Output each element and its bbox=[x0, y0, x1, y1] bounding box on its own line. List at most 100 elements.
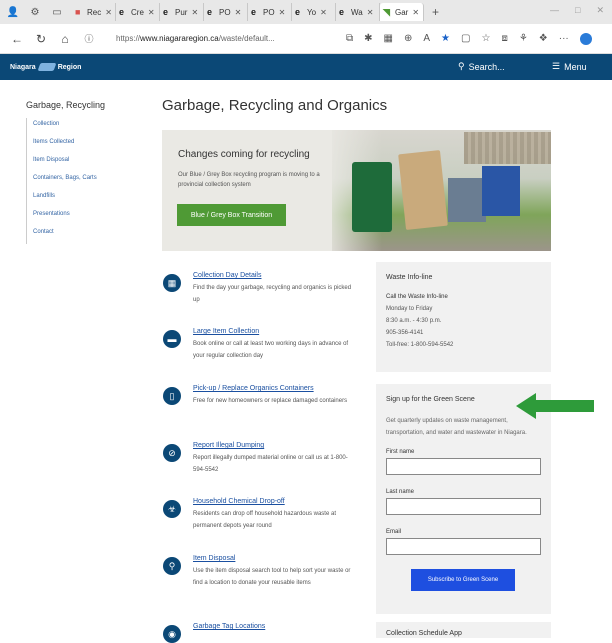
green-bin-photo bbox=[352, 162, 392, 232]
no-dumping-icon: ⊘ bbox=[163, 444, 181, 462]
service-link[interactable]: Large Item Collection bbox=[193, 328, 259, 335]
browser-tab[interactable]: e Wa ✕ bbox=[336, 3, 380, 21]
subscribe-button[interactable]: Subscribe to Green Scene bbox=[411, 569, 515, 591]
split-screen-icon[interactable]: ▢ bbox=[461, 33, 470, 44]
sidebar-icon[interactable]: ▭ bbox=[50, 5, 64, 19]
browser-tab[interactable]: ■ Rec ✕ bbox=[72, 3, 116, 21]
blue-grey-box-transition-button[interactable]: Blue / Grey Box Transition bbox=[177, 204, 286, 226]
search-icon: ⚲ bbox=[458, 61, 465, 71]
hero-text: Our Blue / Grey Box recycling program is… bbox=[178, 172, 320, 188]
service-desc: Use the item disposal search tool to hel… bbox=[193, 568, 351, 586]
tab-action-icon[interactable]: ⧉ bbox=[346, 33, 353, 44]
back-icon[interactable]: ← bbox=[8, 32, 26, 46]
edge-icon: e bbox=[339, 6, 345, 17]
page-title: Garbage, Recycling and Organics bbox=[162, 97, 388, 114]
browser-tab[interactable]: e Cre ✕ bbox=[116, 3, 160, 21]
service-desc: Free for new homeowners or replace damag… bbox=[193, 398, 348, 404]
waste-info-call: Call the Waste Info-line bbox=[386, 294, 448, 300]
hero-title: Changes coming for recycling bbox=[178, 149, 310, 160]
lock-icon[interactable]: ⓘ bbox=[80, 32, 98, 45]
copilot-icon[interactable]: ❖ bbox=[539, 33, 548, 44]
maximize-icon[interactable]: □ bbox=[575, 5, 580, 16]
collection-schedule-app[interactable]: Collection Schedule App bbox=[376, 622, 551, 638]
left-nav-item[interactable]: Landfills bbox=[33, 190, 136, 208]
paper-bag-photo bbox=[398, 150, 448, 230]
zoom-icon[interactable]: ⊕ bbox=[404, 33, 412, 44]
edge-icon: e bbox=[207, 6, 213, 17]
close-tab-icon[interactable]: ✕ bbox=[320, 8, 327, 17]
waste-info-tollfree[interactable]: Toll-free: 1-800-594-5542 bbox=[386, 339, 541, 351]
edge-icon: e bbox=[163, 6, 169, 17]
refresh-icon[interactable]: ↻ bbox=[32, 32, 50, 46]
calendar-icon: ▦ bbox=[163, 274, 181, 292]
extension-puzzle-icon[interactable]: ⚘ bbox=[519, 33, 528, 44]
settings-icon[interactable]: ⚙ bbox=[28, 5, 42, 19]
first-name-label: First name bbox=[386, 449, 415, 455]
service-link[interactable]: Household Chemical Drop-off bbox=[193, 498, 285, 505]
left-nav-heading[interactable]: Garbage, Recycling bbox=[26, 100, 136, 110]
extension-icon[interactable]: ✱ bbox=[364, 33, 372, 44]
hazard-icon: ☣ bbox=[163, 500, 181, 518]
apps-icon[interactable]: ▦ bbox=[384, 33, 393, 44]
search-button[interactable]: ⚲ Search... bbox=[458, 61, 505, 72]
left-nav-item[interactable]: Items Collected bbox=[33, 136, 136, 154]
read-aloud-icon[interactable]: A bbox=[423, 33, 430, 44]
person-icon[interactable]: 👤 bbox=[6, 5, 20, 19]
blue-box-photo bbox=[482, 166, 520, 216]
service-link[interactable]: Garbage Tag Locations bbox=[193, 623, 265, 630]
home-icon[interactable]: ⌂ bbox=[56, 32, 74, 46]
close-tab-icon[interactable]: ✕ bbox=[235, 8, 242, 17]
browser-tab[interactable]: e PO ✕ bbox=[204, 3, 248, 21]
niagara-icon: ◥ bbox=[383, 6, 390, 17]
close-tab-icon[interactable]: ✕ bbox=[105, 8, 112, 17]
bin-icon: ▯ bbox=[163, 387, 181, 405]
close-window-icon[interactable]: ✕ bbox=[596, 5, 604, 16]
url-field[interactable]: https://www.niagararegion.ca/waste/defau… bbox=[116, 34, 336, 43]
new-tab-icon[interactable]: + bbox=[432, 5, 439, 19]
close-tab-icon[interactable]: ✕ bbox=[412, 8, 419, 17]
close-tab-icon[interactable]: ✕ bbox=[191, 8, 198, 17]
app-icon: ■ bbox=[75, 6, 81, 17]
service-desc: Report illegally dumped material online … bbox=[193, 455, 348, 473]
niagara-region-logo[interactable]: Niagara Region bbox=[10, 63, 81, 71]
service-link[interactable]: Report Illegal Dumping bbox=[193, 442, 264, 449]
hamburger-icon: ☰ bbox=[552, 61, 561, 71]
close-tab-icon[interactable]: ✕ bbox=[148, 8, 155, 17]
left-nav-item[interactable]: Containers, Bags, Carts bbox=[33, 172, 136, 190]
profile-avatar[interactable] bbox=[579, 32, 592, 45]
menu-button[interactable]: ☰ Menu bbox=[552, 61, 587, 72]
last-name-label: Last name bbox=[386, 489, 415, 495]
left-nav-item[interactable]: Item Disposal bbox=[33, 154, 136, 172]
browser-tab[interactable]: e PO ✕ bbox=[248, 3, 292, 21]
couch-icon: ▬ bbox=[163, 330, 181, 348]
site-header: Niagara Region ⚲ Search... ☰ Menu bbox=[0, 54, 612, 80]
service-link[interactable]: Item Disposal bbox=[193, 555, 235, 562]
service-link[interactable]: Collection Day Details bbox=[193, 272, 261, 279]
more-icon[interactable]: ··· bbox=[559, 33, 569, 44]
waste-info-phone[interactable]: 905-356-4141 bbox=[386, 327, 541, 339]
left-nav-item[interactable]: Presentations bbox=[33, 208, 136, 226]
window-controls: — □ ✕ bbox=[550, 5, 604, 16]
location-icon: ⚲ bbox=[163, 557, 181, 575]
grey-box-photo bbox=[448, 178, 486, 222]
favorite-star-icon[interactable]: ★ bbox=[441, 33, 450, 44]
service-link[interactable]: Pick-up / Replace Organics Containers bbox=[193, 385, 314, 392]
first-name-field[interactable] bbox=[386, 458, 541, 475]
email-label: Email bbox=[386, 529, 402, 535]
browser-toolbar: ⧉ ✱ ▦ ⊕ A ★ ▢ ☆ ⧈ ⚘ ❖ ··· bbox=[346, 32, 592, 45]
left-nav-item[interactable]: Collection bbox=[33, 118, 136, 136]
email-field[interactable] bbox=[386, 538, 541, 555]
edge-icon: e bbox=[295, 6, 301, 17]
close-tab-icon[interactable]: ✕ bbox=[279, 8, 286, 17]
browser-tab[interactable]: e Pur ✕ bbox=[160, 3, 204, 21]
browser-tab[interactable]: e Yo ✕ bbox=[292, 3, 336, 21]
left-nav-item[interactable]: Contact bbox=[33, 226, 136, 244]
address-bar: ← ↻ ⌂ ⓘ https://www.niagararegion.ca/was… bbox=[0, 24, 612, 54]
close-tab-icon[interactable]: ✕ bbox=[367, 8, 374, 17]
favorites-icon[interactable]: ☆ bbox=[481, 33, 490, 44]
browser-tab-active[interactable]: ◥ Gar ✕ bbox=[380, 3, 424, 21]
collections-icon[interactable]: ⧈ bbox=[501, 33, 507, 44]
pin-icon: ◉ bbox=[163, 625, 181, 643]
last-name-field[interactable] bbox=[386, 498, 541, 515]
minimize-icon[interactable]: — bbox=[550, 5, 559, 16]
